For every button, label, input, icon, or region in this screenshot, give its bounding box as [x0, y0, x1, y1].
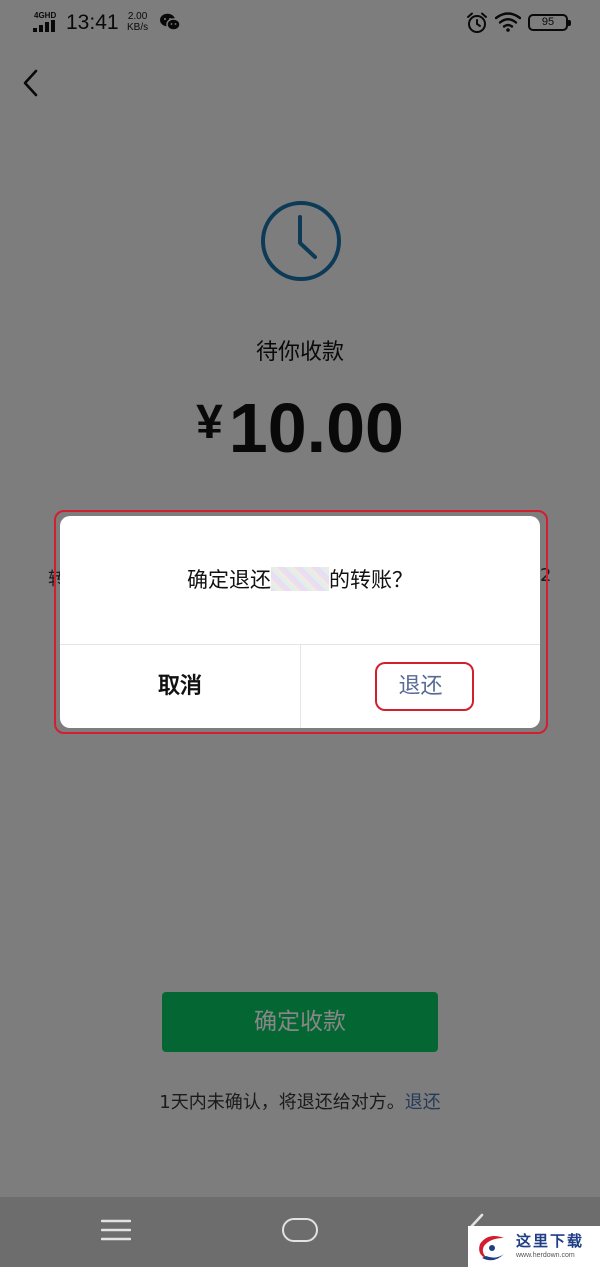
blurred-name: [271, 567, 329, 591]
menu-icon[interactable]: [101, 1219, 131, 1241]
dialog-message-prefix: 确定退还: [187, 568, 271, 592]
watermark-url: www.herdown.com: [516, 1252, 575, 1259]
refund-button-highlight: [375, 662, 474, 711]
watermark-text: 这里下载: [516, 1232, 585, 1250]
watermark-logo-icon: [479, 1236, 504, 1261]
home-icon[interactable]: [282, 1218, 318, 1242]
cancel-button[interactable]: 取消: [60, 645, 300, 728]
dialog-message: 确定退还 的转账？: [60, 564, 540, 594]
watermark: 这里下载 www.herdown.com: [468, 1226, 600, 1267]
dialog-message-suffix: 的转账？: [329, 568, 413, 592]
